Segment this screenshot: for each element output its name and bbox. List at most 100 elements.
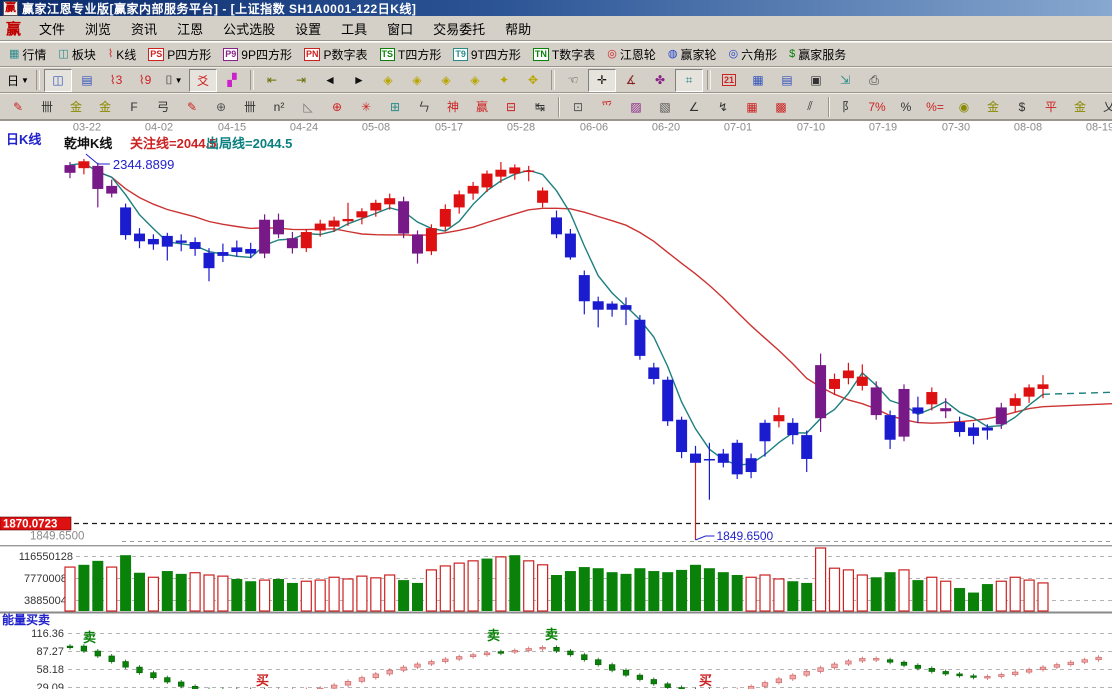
gann-shape-tool-button[interactable]: ✤: [646, 68, 674, 92]
star-tool-button[interactable]: ✳: [352, 95, 380, 118]
angle-line-button[interactable]: ∠: [680, 95, 708, 118]
toolbar-item-hexagon[interactable]: ◎ 六角形: [723, 45, 782, 64]
toolbar-item-t-digit-table[interactable]: TN T数字表: [528, 45, 600, 64]
fib-grid-button[interactable]: F: [120, 95, 148, 118]
colored-histogram-button[interactable]: ▞: [218, 68, 246, 92]
candle-style-dropdown-button[interactable]: ⌷ ▼: [160, 68, 188, 92]
9t-square-icon: T9: [453, 48, 468, 61]
crosshair-tool-button[interactable]: ✛: [588, 68, 616, 92]
gold-lines-button[interactable]: 金: [979, 95, 1007, 118]
menu-item-交易委托[interactable]: 交易委托: [423, 19, 495, 40]
menu-item-浏览[interactable]: 浏览: [75, 19, 121, 40]
chart-area[interactable]: 03-22 04-02 04-15 04-24 05-08 05-17 05-28 06-06…: [0, 120, 1112, 689]
expand-h-diamond-button[interactable]: ◈: [461, 68, 489, 92]
shade-fan-button[interactable]: ▧: [651, 95, 679, 118]
menu-item-帮助[interactable]: 帮助: [495, 19, 541, 40]
pen-grid-button[interactable]: ✎: [178, 95, 206, 118]
shift-right-diamond-button[interactable]: ◈: [403, 68, 431, 92]
candle-body: [189, 242, 201, 249]
bow-grid-button[interactable]: 弓: [149, 95, 177, 118]
toolbar-item-9t-square[interactable]: T9 9T四方形: [448, 45, 526, 64]
wave-3-button[interactable]: ⌇3: [102, 68, 130, 92]
toolbar-item-p-digit-table[interactable]: PN P数字表: [299, 45, 373, 64]
volume-bar-down: [134, 572, 145, 611]
circle-ruler-button[interactable]: ⊕: [207, 95, 235, 118]
grid-box-a-button[interactable]: ▦: [738, 95, 766, 118]
export-image-tool-button[interactable]: ⇲: [831, 68, 859, 92]
toolbar-item-gann-wheel[interactable]: ◎ 江恩轮: [602, 45, 661, 64]
menu-item-江恩[interactable]: 江恩: [167, 19, 213, 40]
candle-body: [968, 427, 979, 436]
calendar-tool-button[interactable]: 21: [715, 68, 743, 92]
notes-tool-button[interactable]: ▤: [773, 68, 801, 92]
chart-thumbnail-button[interactable]: ◫: [44, 68, 72, 92]
purple-fan-button[interactable]: ▨: [622, 95, 650, 118]
print-tool-button[interactable]: ⎙: [860, 68, 888, 92]
expand-all-diamond-button[interactable]: ✥: [519, 68, 547, 92]
toolbar-item-quotes[interactable]: ▦ 行情: [4, 45, 51, 64]
menu-item-公式选股[interactable]: 公式选股: [213, 19, 285, 40]
toolbar-item-kline[interactable]: ⌇ K线: [103, 45, 141, 64]
zigzag-button[interactable]: ↯: [709, 95, 737, 118]
step-forward-button[interactable]: ►: [345, 68, 373, 92]
menu-item-资讯[interactable]: 资讯: [121, 19, 167, 40]
draw-pencil-button[interactable]: ✎: [4, 95, 32, 118]
gold-grid-a-button[interactable]: 金: [62, 95, 90, 118]
toolbar-item-t-square[interactable]: TS T四方形: [375, 45, 447, 64]
abacus-button[interactable]: ⊟: [497, 95, 525, 118]
toolbar-item-sectors[interactable]: ◫ 板块: [53, 45, 100, 64]
n-square-button[interactable]: n²: [265, 95, 293, 118]
info-panel-button[interactable]: ▤: [73, 68, 101, 92]
toolbar-item-winner-wheel[interactable]: ◍ 赢家轮: [663, 45, 722, 64]
qiankun-pattern-button[interactable]: 爻: [189, 68, 217, 92]
percent-button[interactable]: %: [892, 95, 920, 118]
percent-7-button[interactable]: 7%: [863, 95, 891, 118]
indicator-bar-up: [1081, 659, 1088, 663]
money-updown-button[interactable]: $: [1008, 95, 1036, 118]
web-grid-button[interactable]: ⊞: [381, 95, 409, 118]
percent-line-button[interactable]: %=: [921, 95, 949, 118]
shift-left-diamond-button[interactable]: ◈: [374, 68, 402, 92]
x-angle-button[interactable]: 乂: [1095, 95, 1112, 118]
menu-item-窗口[interactable]: 窗口: [377, 19, 423, 40]
shen-grid-button[interactable]: 神: [439, 95, 467, 118]
gold-angle-button[interactable]: 金: [1066, 95, 1094, 118]
calculator-tool-button[interactable]: ▦: [744, 68, 772, 92]
h-arrows-button[interactable]: ↹: [526, 95, 554, 118]
save-tool-button[interactable]: ▣: [802, 68, 830, 92]
step-back-button[interactable]: ◄: [316, 68, 344, 92]
kline-chart[interactable]: 03-22 04-02 04-15 04-24 05-08 05-17 05-28 06-06…: [0, 121, 1112, 689]
compress-all-diamond-button[interactable]: ✦: [490, 68, 518, 92]
angle-tool-button[interactable]: ∡: [617, 68, 645, 92]
protractor-button[interactable]: ◺: [294, 95, 322, 118]
ying-grid-button[interactable]: 赢: [468, 95, 496, 118]
k-note-button[interactable]: ㄣ: [410, 95, 438, 118]
period-day-dropdown-button[interactable]: 日 ▼: [4, 68, 32, 92]
parallel-lines-button[interactable]: ⫽: [796, 95, 824, 118]
grid-box-b-button[interactable]: ▩: [767, 95, 795, 118]
print-tool-icon: ⎙: [869, 72, 879, 87]
gann-grid-button[interactable]: 卌: [33, 95, 61, 118]
gold-grid-b-button[interactable]: 金: [91, 95, 119, 118]
toolbar-item-p-square[interactable]: PS P四方形: [143, 45, 216, 64]
circle-cross-button[interactable]: ⊕: [323, 95, 351, 118]
toolbar-item-9p-square[interactable]: P9 9P四方形: [218, 45, 297, 64]
toolbar-item-winner-service[interactable]: $ 赢家服务: [784, 45, 851, 64]
red-fan-button[interactable]: 爫: [593, 95, 621, 118]
gold-circle-button[interactable]: ◉: [950, 95, 978, 118]
ruler-grid-button[interactable]: 卌: [236, 95, 264, 118]
menu-item-工具[interactable]: 工具: [331, 19, 377, 40]
angle-square-button[interactable]: ⊡: [564, 95, 592, 118]
window-titlebar[interactable]: 赢 赢家江恩专业版[赢家内部服务平台] - [上证指数 SH1A0001-122…: [0, 0, 1112, 16]
menu-item-设置[interactable]: 设置: [285, 19, 331, 40]
wave-9-button[interactable]: ⌇9: [131, 68, 159, 92]
vol-ladder-button[interactable]: 阝: [834, 95, 862, 118]
indicator-bar-up: [358, 677, 366, 682]
gann-flag-button[interactable]: 平: [1037, 95, 1065, 118]
wave-count-tool-button[interactable]: ⌗: [675, 68, 703, 92]
hand-tool-button[interactable]: ☜: [559, 68, 587, 92]
menu-item-文件[interactable]: 文件: [29, 19, 75, 40]
compress-h-diamond-button[interactable]: ◈: [432, 68, 460, 92]
jump-last-button[interactable]: ⇥: [287, 68, 315, 92]
jump-first-button[interactable]: ⇤: [258, 68, 286, 92]
